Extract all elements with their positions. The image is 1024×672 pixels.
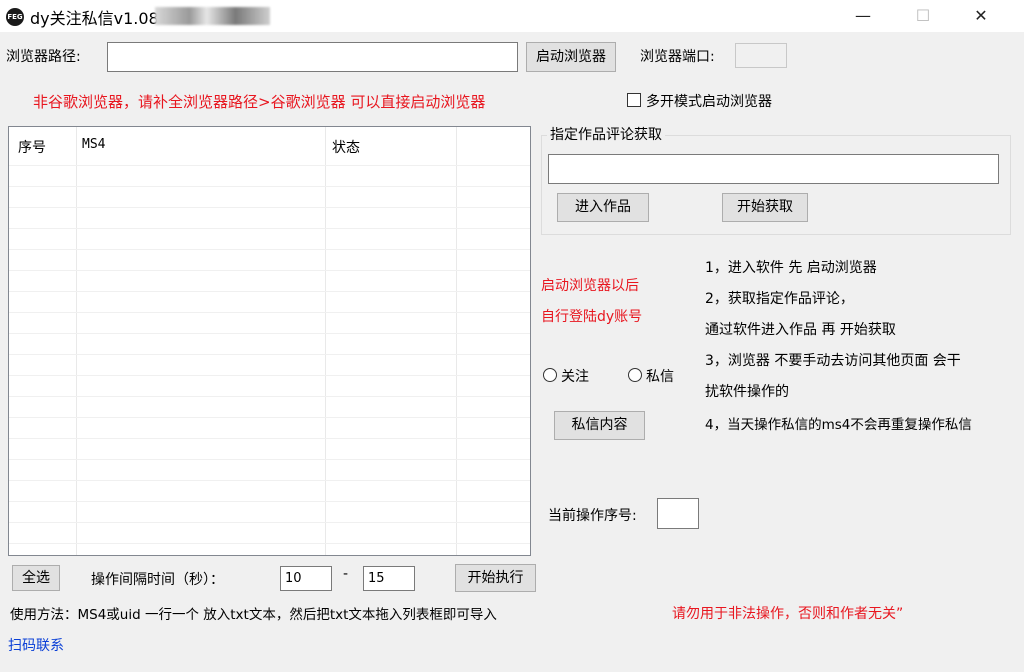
ms4-list[interactable]: 序号 MS4 状态 [8, 126, 531, 556]
select-all-button[interactable]: 全选 [12, 565, 60, 591]
current-index-label: 当前操作序号: [548, 508, 637, 524]
list-row-divider [9, 459, 530, 460]
instruction-line: 4，当天操作私信的ms4不会再重复操作私信 [705, 417, 972, 433]
follow-radio[interactable] [543, 368, 557, 382]
list-row-divider [9, 417, 530, 418]
list-row-divider [9, 186, 530, 187]
list-row-divider [9, 291, 530, 292]
work-url-input[interactable] [548, 154, 999, 184]
instruction-line: 3，浏览器 不要手动去访问其他页面 会干 [705, 353, 961, 369]
follow-radio-label: 关注 [561, 369, 589, 385]
start-browser-button[interactable]: 启动浏览器 [526, 42, 616, 72]
app-icon: FEG [6, 8, 24, 26]
contact-link[interactable]: 扫码联系 [8, 635, 64, 655]
browser-port-label: 浏览器端口: [640, 49, 715, 65]
maximize-button[interactable]: ☐ [900, 0, 946, 32]
browser-port-input[interactable] [735, 43, 787, 68]
list-row-divider [9, 270, 530, 271]
window-title: dy关注私信v1.08- [30, 9, 165, 28]
comment-group-label: 指定作品评论获取 [547, 124, 665, 144]
enter-work-button[interactable]: 进入作品 [557, 193, 649, 222]
list-row-divider [9, 207, 530, 208]
browser-path-label: 浏览器路径: [6, 49, 81, 65]
multi-open-checkbox[interactable] [627, 93, 641, 107]
list-row-divider [9, 375, 530, 376]
start-fetch-button[interactable]: 开始获取 [722, 193, 808, 222]
list-row-divider [9, 543, 530, 544]
interval-min-input[interactable] [280, 566, 332, 591]
list-row-divider [9, 312, 530, 313]
start-execute-button[interactable]: 开始执行 [455, 564, 536, 592]
instruction-line: 通过软件进入作品 再 开始获取 [705, 322, 896, 338]
instruction-line: 扰软件操作的 [705, 384, 789, 400]
list-row-divider [9, 501, 530, 502]
usage-text: 使用方法：MS4或uid 一行一个 放入txt文本，然后把txt文本拖入列表框即… [10, 607, 497, 623]
list-row-divider [9, 165, 530, 166]
close-button[interactable]: ✕ [958, 0, 1004, 32]
instruction-line: 1，进入软件 先 启动浏览器 [705, 260, 877, 276]
message-content-button[interactable]: 私信内容 [554, 411, 645, 440]
list-row-divider [9, 333, 530, 334]
browser-hint-text: 非谷歌浏览器，请补全浏览器路径>谷歌浏览器 可以直接启动浏览器 [33, 93, 486, 111]
column-header-ms4[interactable]: MS4 [82, 137, 105, 152]
list-row-divider [9, 228, 530, 229]
list-row-divider [9, 354, 530, 355]
minimize-button[interactable]: — [840, 0, 886, 32]
current-index-input[interactable] [657, 498, 699, 529]
list-row-divider [9, 438, 530, 439]
interval-label: 操作间隔时间（秒）： [91, 572, 224, 588]
browser-path-input[interactable] [107, 42, 518, 72]
column-header-status[interactable]: 状态 [332, 137, 360, 157]
instruction-line: 2，获取指定作品评论， [705, 291, 854, 307]
list-row-divider [9, 522, 530, 523]
list-row-divider [9, 396, 530, 397]
interval-dash: - [343, 566, 349, 582]
login-hint-line1: 启动浏览器以后 [541, 278, 639, 294]
title-redacted [155, 7, 270, 25]
login-hint-line2: 自行登陆dy账号 [541, 309, 643, 325]
warning-text: 请勿用于非法操作，否则和作者无关” [672, 606, 904, 622]
column-header-index[interactable]: 序号 [18, 137, 46, 157]
multi-open-label: 多开模式启动浏览器 [646, 94, 772, 110]
message-radio-label: 私信 [646, 369, 674, 385]
list-row-divider [9, 249, 530, 250]
message-radio[interactable] [628, 368, 642, 382]
list-row-divider [9, 480, 530, 481]
interval-max-input[interactable] [363, 566, 415, 591]
